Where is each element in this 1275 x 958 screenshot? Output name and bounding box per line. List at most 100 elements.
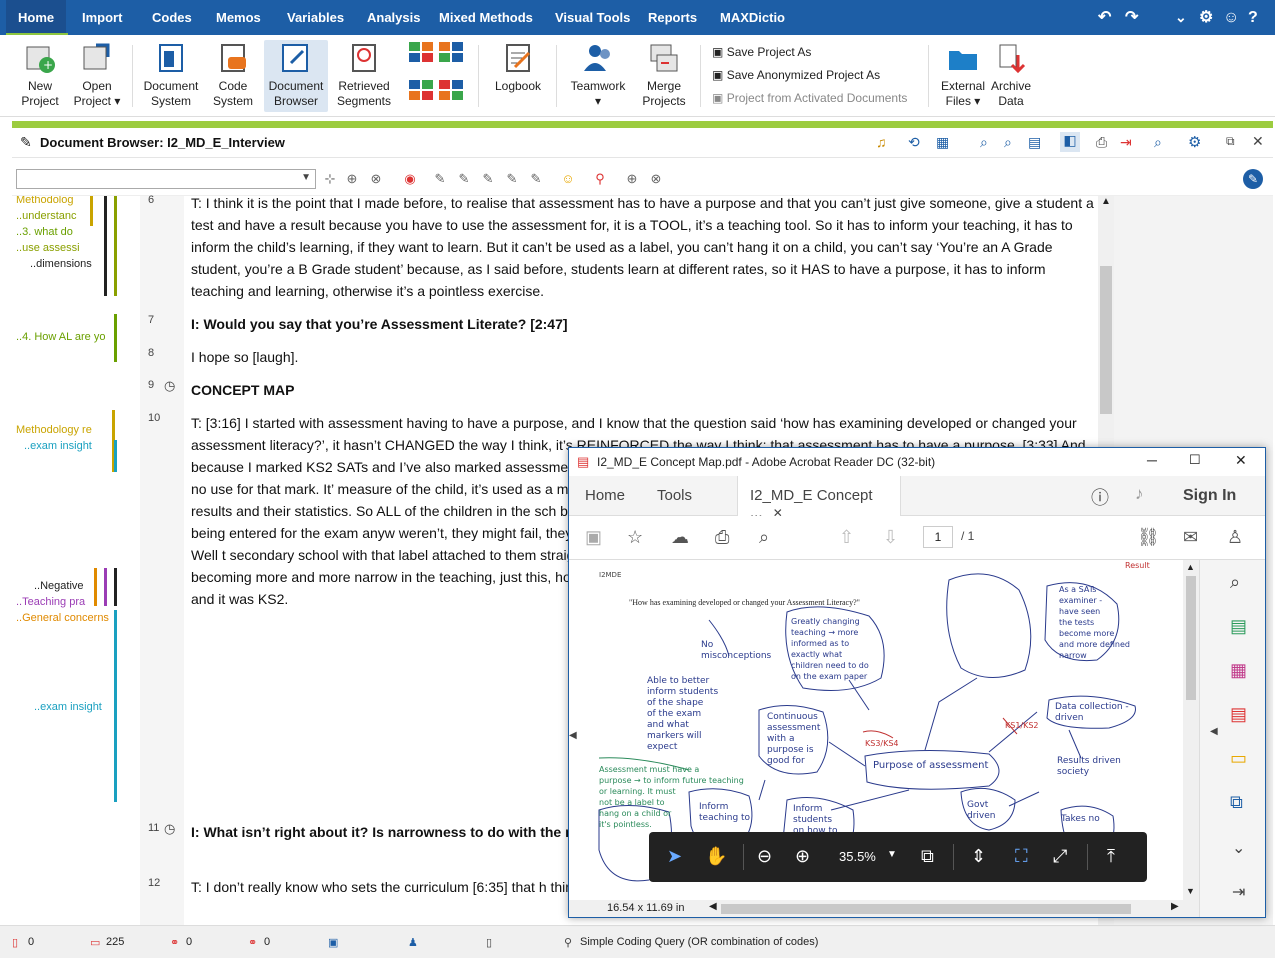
external-files-button[interactable]: External Files ▾: [938, 41, 988, 109]
highlighter-2-icon[interactable]: ✎: [456, 171, 472, 187]
collapse-right-icon[interactable]: ⇥: [1232, 882, 1245, 902]
redo-icon[interactable]: ↷: [1125, 0, 1138, 35]
zoom-out-icon[interactable]: ⌕: [980, 134, 988, 151]
sign-in-button[interactable]: Sign In: [1183, 487, 1236, 505]
code-add-icon[interactable]: ⊕: [344, 171, 360, 187]
collapse-pane-icon[interactable]: ◀: [1210, 726, 1218, 737]
pin-icon[interactable]: ⚲: [592, 171, 608, 187]
sync-icon[interactable]: ⟲: [908, 134, 920, 151]
emoticode-icon[interactable]: ☺: [560, 171, 576, 187]
upload-cloud-icon[interactable]: ☁: [671, 527, 689, 548]
highlighter-3-icon[interactable]: ✎: [480, 171, 496, 187]
scroll-left-icon[interactable]: ◀: [709, 901, 717, 912]
horizontal-scrollbar-thumb[interactable]: [721, 904, 1131, 914]
page-down-icon[interactable]: ⇩: [883, 527, 898, 548]
zoom-in-icon[interactable]: ⊕: [795, 846, 810, 867]
highlighter-4-icon[interactable]: ✎: [504, 171, 520, 187]
zoom-dropdown-icon[interactable]: ▼: [887, 849, 897, 860]
minimize-icon[interactable]: ─: [1147, 452, 1157, 468]
menu-analysis[interactable]: Analysis: [367, 0, 420, 35]
retrieved-segments-button[interactable]: Retrieved Segments: [334, 41, 394, 109]
menu-home[interactable]: Home: [6, 0, 67, 35]
link-remove-icon[interactable]: ⊗: [648, 171, 664, 187]
organize-pages-icon[interactable]: ▦: [1230, 660, 1247, 681]
tab-home[interactable]: Home: [585, 487, 625, 504]
menu-mixed-methods[interactable]: Mixed Methods: [439, 0, 533, 35]
edit-mode-icon[interactable]: ✎: [1243, 169, 1263, 189]
project-from-activated-button[interactable]: ▣ Project from Activated Documents: [712, 91, 907, 105]
open-project-button[interactable]: Open Project ▾: [72, 41, 122, 109]
font-size-icon[interactable]: ▤: [1028, 134, 1041, 151]
link-add-icon[interactable]: ⊕: [624, 171, 640, 187]
save-anonymized-button[interactable]: ▣ Save Anonymized Project As: [712, 68, 880, 82]
zoom-level[interactable]: 35.5%: [839, 849, 876, 864]
help-icon[interactable]: ⓘ: [1091, 484, 1109, 510]
scroll-up-icon[interactable]: ▲: [1186, 562, 1195, 572]
layout-grid-button-1[interactable]: [406, 41, 436, 67]
undo-icon[interactable]: ↶: [1098, 0, 1111, 35]
hand-tool-icon[interactable]: ✋: [705, 846, 727, 867]
menu-codes[interactable]: Codes: [152, 0, 192, 35]
menu-visual-tools[interactable]: Visual Tools: [555, 0, 630, 35]
audio-icon[interactable]: ♫: [876, 134, 887, 150]
undock-icon[interactable]: ⧉: [1226, 134, 1235, 149]
grid-icon[interactable]: ▦: [936, 134, 949, 151]
menu-import[interactable]: Import: [82, 0, 122, 35]
document-browser-button[interactable]: Document Browser: [264, 40, 328, 112]
page-view-icon[interactable]: ⧉: [921, 846, 934, 867]
comment-icon[interactable]: ▭: [1230, 748, 1247, 769]
link-icon[interactable]: ⛓: [1137, 527, 1160, 548]
help-icon[interactable]: ?: [1248, 0, 1258, 35]
layout-grid-button-3[interactable]: [406, 79, 436, 105]
layout-grid-button-4[interactable]: [436, 79, 466, 105]
scroll-up-icon[interactable]: ▲: [1101, 196, 1111, 207]
zoom-in-icon[interactable]: ⌕: [1004, 134, 1012, 151]
highlighter-1-icon[interactable]: ✎: [432, 171, 448, 187]
save-icon[interactable]: ▣: [585, 527, 602, 548]
scroll-right-icon[interactable]: ▶: [1171, 901, 1179, 912]
share-icon[interactable]: ⤒: [1107, 846, 1115, 867]
create-pdf-icon[interactable]: ▤: [1230, 704, 1247, 725]
layout-grid-button-2[interactable]: [436, 41, 466, 67]
archive-data-button[interactable]: Archive Data: [988, 41, 1034, 109]
scroll-mode-icon[interactable]: ⇕: [971, 846, 986, 867]
document-system-button[interactable]: Document System: [140, 41, 202, 109]
scroll-down-icon[interactable]: ▼: [1186, 886, 1195, 896]
menu-memos[interactable]: Memos: [216, 0, 261, 35]
zoom-out-icon[interactable]: ⊖: [757, 846, 772, 867]
chevron-down-icon[interactable]: ⌄: [1175, 0, 1187, 35]
code-system-button[interactable]: Code System: [208, 41, 258, 109]
save-project-as-button[interactable]: ▣ Save Project As: [712, 45, 811, 59]
bell-icon[interactable]: ♪: [1135, 484, 1144, 504]
menu-variables[interactable]: Variables: [287, 0, 344, 35]
close-icon[interactable]: ✕: [1235, 452, 1247, 469]
print-icon[interactable]: ⎙: [1096, 134, 1107, 151]
merge-projects-button[interactable]: Merge Projects: [638, 41, 690, 109]
scrollbar-thumb[interactable]: [1186, 576, 1196, 700]
full-screen-icon[interactable]: ⤢: [1053, 846, 1067, 867]
pdf-vertical-scrollbar[interactable]: ▲ ▼: [1183, 560, 1199, 900]
code-dropdown[interactable]: ▼: [16, 169, 316, 189]
highlighter-5-icon[interactable]: ✎: [528, 171, 544, 187]
star-icon[interactable]: ☆: [627, 527, 643, 548]
menu-reports[interactable]: Reports: [648, 0, 697, 35]
chevron-down-icon[interactable]: ⌄: [1232, 838, 1245, 858]
mail-icon[interactable]: ✉: [1183, 527, 1198, 548]
new-project-button[interactable]: + New Project: [14, 41, 66, 109]
teamwork-button[interactable]: Teamwork ▾: [566, 41, 630, 109]
fit-page-icon[interactable]: ⛶: [1015, 846, 1028, 867]
code-remove-icon[interactable]: ⊗: [368, 171, 384, 187]
search-icon[interactable]: ⌕: [759, 527, 769, 548]
code-pin-icon[interactable]: ⊹: [322, 171, 338, 187]
scrollbar-thumb[interactable]: [1100, 266, 1112, 414]
page-icon[interactable]: ▯: [486, 936, 492, 949]
select-cursor-icon[interactable]: ➤: [667, 846, 682, 867]
tab-document[interactable]: I2_MD_E Concept ... ✕: [737, 476, 901, 521]
side-panel-toggle-icon[interactable]: ◧: [1060, 132, 1080, 152]
gear-icon[interactable]: ⚙: [1199, 0, 1213, 35]
print-icon[interactable]: ⎙: [715, 527, 729, 548]
search-icon[interactable]: ⌕: [1154, 134, 1162, 151]
smiley-icon[interactable]: ☺: [1223, 0, 1239, 35]
page-number-input[interactable]: 1: [923, 526, 953, 548]
page-up-icon[interactable]: ⇧: [839, 527, 854, 548]
